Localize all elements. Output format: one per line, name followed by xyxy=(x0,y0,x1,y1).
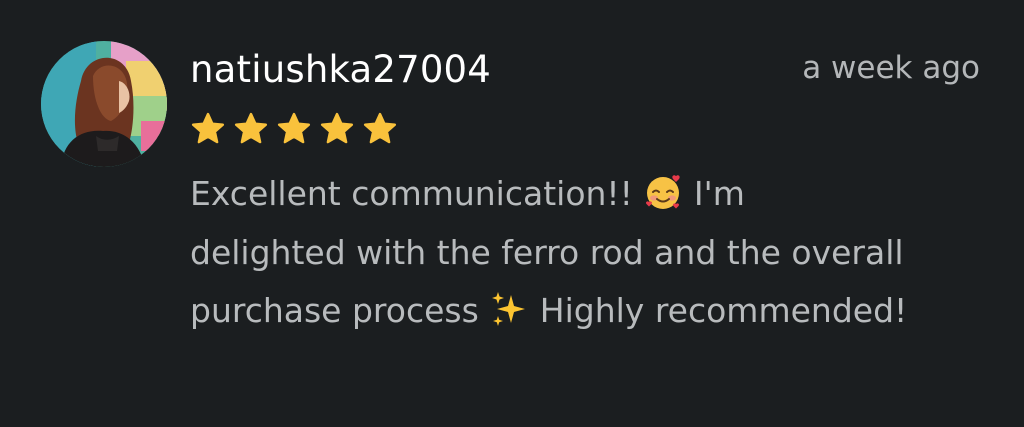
star-icon xyxy=(190,112,226,147)
avatar[interactable] xyxy=(41,41,167,167)
avatar-image xyxy=(41,41,167,167)
star-icon xyxy=(276,112,312,147)
review-text: Excellent communication!! I'm delighted … xyxy=(190,165,910,341)
username[interactable]: natiushka27004 xyxy=(190,48,491,91)
review-card: natiushka27004 a week ago Excellent comm… xyxy=(0,0,1024,427)
star-icon xyxy=(319,112,355,147)
smiling-face-with-hearts-icon xyxy=(643,172,683,212)
star-icon xyxy=(233,112,269,147)
sparkles-icon xyxy=(489,289,529,329)
review-timestamp: a week ago xyxy=(802,50,980,86)
review-text-part3: Highly recommended! xyxy=(539,291,908,330)
star-icon xyxy=(362,112,398,147)
star-rating xyxy=(190,112,398,147)
review-text-part1: Excellent communication!! xyxy=(190,174,633,213)
